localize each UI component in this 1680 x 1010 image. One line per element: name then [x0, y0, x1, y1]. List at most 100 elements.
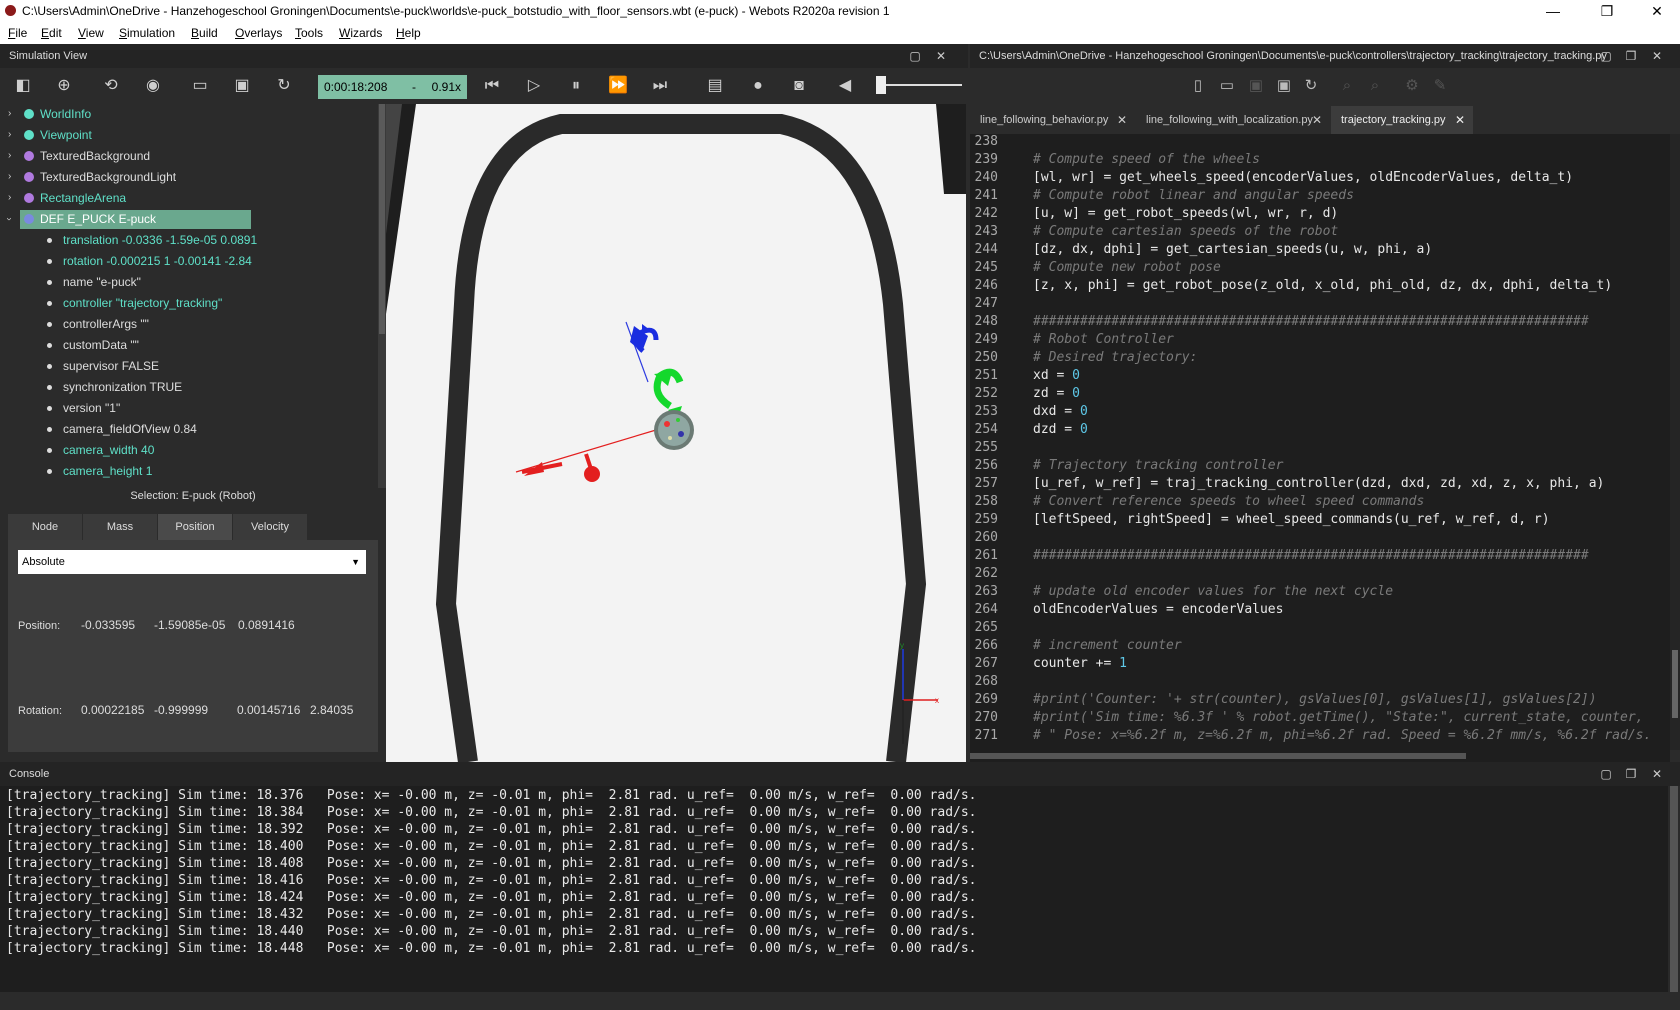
field-supervisor[interactable]: supervisor FALSE [0, 356, 378, 376]
scrollbar-thumb[interactable] [970, 753, 1466, 759]
code-line[interactable]: 243 # Compute cartesian speeds of the rob… [970, 223, 1670, 241]
menu-edit[interactable]: Edit [41, 26, 62, 40]
step-icon[interactable]: ▷ [524, 76, 544, 96]
record-icon[interactable]: ● [748, 76, 768, 96]
screenshot-icon[interactable]: ◙ [789, 76, 809, 96]
new-file-icon[interactable]: ▯ [1188, 76, 1208, 96]
code-line[interactable]: 246 [z, x, phi] = get_robot_pose(z_old, x… [970, 277, 1670, 295]
tab-velocity[interactable]: Velocity [233, 514, 307, 540]
close-tab-icon[interactable]: ✕ [1312, 106, 1322, 134]
code-line[interactable]: 255 [970, 439, 1670, 457]
volume-slider-handle[interactable] [876, 76, 886, 94]
run-icon[interactable]: ⏩ [608, 76, 628, 96]
code-line[interactable]: 245 # Compute new robot pose [970, 259, 1670, 277]
coordinate-mode-select[interactable]: Absolute ▼ [18, 550, 366, 574]
code-line[interactable]: 251 xd = 0 [970, 367, 1670, 385]
toggle-scene-tree-icon[interactable]: ◧ [13, 76, 33, 96]
tree-node-viewpoint[interactable]: › Viewpoint [0, 125, 378, 145]
scrollbar-thumb[interactable] [1670, 786, 1678, 992]
view-icon[interactable]: ◉ [143, 76, 163, 96]
close-panel-icon[interactable]: ✕ [1647, 762, 1667, 786]
maximize-button[interactable]: ❐ [1584, 0, 1630, 22]
tree-node-texturedbackgroundlight[interactable]: › TexturedBackgroundLight [0, 167, 378, 187]
code-line[interactable]: 241 # Compute robot linear and angular sp… [970, 187, 1670, 205]
code-line[interactable]: 268 [970, 673, 1670, 691]
code-line[interactable]: 261 #####################################… [970, 547, 1670, 565]
field-customdata[interactable]: customData "" [0, 335, 378, 355]
float-panel-icon[interactable]: ▢ [1596, 762, 1616, 786]
reset-simulation-icon[interactable]: ⏮ [482, 76, 502, 96]
code-line[interactable]: 265 [970, 619, 1670, 637]
replace-icon[interactable]: ⌕ [1365, 76, 1385, 96]
menu-simulation[interactable]: Simulation [119, 26, 175, 40]
menu-overlays[interactable]: Overlays [235, 26, 282, 40]
code-line[interactable]: 263 # update old encoder values for the n… [970, 583, 1670, 601]
code-line[interactable]: 250 # Desired trajectory: [970, 349, 1670, 367]
clean-icon[interactable]: ✎ [1430, 76, 1450, 96]
save-file-icon[interactable]: ▣ [1246, 76, 1266, 96]
menu-wizards[interactable]: Wizards [339, 26, 382, 40]
code-line[interactable]: 248 #####################################… [970, 313, 1670, 331]
code-editor[interactable]: 238 239 # Compute speed of the wheels 240 [w… [970, 134, 1670, 750]
epuck-robot[interactable] [654, 410, 694, 450]
fast-icon[interactable]: ⏭ [650, 76, 670, 96]
mute-icon[interactable]: ◀ [835, 76, 855, 96]
code-line[interactable]: 257 [u_ref, w_ref] = traj_tracking_contro… [970, 475, 1670, 493]
expand-arrow-icon[interactable]: › [8, 104, 11, 124]
code-line[interactable]: 266 # increment counter [970, 637, 1670, 655]
close-panel-icon[interactable]: ✕ [931, 44, 951, 68]
code-line[interactable]: 270 #print('Sim time: %6.3f ' % robot.get… [970, 709, 1670, 727]
minimize-button[interactable]: — [1530, 0, 1576, 22]
float-panel-icon[interactable]: ▢ [1596, 44, 1616, 68]
tab-mass[interactable]: Mass [83, 514, 157, 540]
scrollbar-thumb[interactable] [1672, 650, 1678, 718]
field-rotation[interactable]: rotation -0.000215 1 -0.00141 -2.84 [0, 251, 378, 271]
expand-arrow-icon[interactable]: › [8, 146, 11, 166]
menu-build[interactable]: Build [191, 26, 218, 40]
open-file-icon[interactable]: ▭ [1217, 76, 1237, 96]
field-translation[interactable]: translation -0.0336 -1.59e-05 0.0891 [0, 230, 378, 250]
collapse-arrow-icon[interactable]: › [0, 217, 19, 220]
open-world-icon[interactable]: ▭ [190, 76, 210, 96]
editor-horizontal-scrollbar[interactable] [970, 750, 1670, 762]
console-output[interactable]: [trajectory_tracking] Sim time: 18.376 P… [0, 786, 1668, 996]
close-tab-icon[interactable]: ✕ [1455, 106, 1465, 134]
menu-tools[interactable]: Tools [295, 26, 323, 40]
file-tab-trajectory-tracking[interactable]: trajectory_tracking.py ✕ [1331, 106, 1473, 134]
code-line[interactable]: 260 [970, 529, 1670, 547]
record-movie-icon[interactable]: ▤ [705, 76, 725, 96]
editor-vertical-scrollbar[interactable] [1670, 134, 1680, 750]
field-camera-width[interactable]: camera_width 40 [0, 440, 378, 460]
code-line[interactable]: 271 # " Pose: x=%6.2f m, z=%6.2f m, phi=%… [970, 727, 1670, 745]
field-controllerargs[interactable]: controllerArgs "" [0, 314, 378, 334]
tree-node-rectanglearena[interactable]: › RectangleArena [0, 188, 378, 208]
close-tab-icon[interactable]: ✕ [1117, 106, 1127, 134]
volume-slider[interactable] [880, 84, 962, 86]
code-line[interactable]: 256 # Trajectory tracking controller [970, 457, 1670, 475]
code-line[interactable]: 269 #print('Counter: '+ str(counter), gsV… [970, 691, 1670, 709]
add-node-icon[interactable]: ⊕ [54, 76, 74, 96]
scrollbar-thumb[interactable] [379, 104, 385, 334]
code-line[interactable]: 259 [leftSpeed, rightSpeed] = wheel_speed… [970, 511, 1670, 529]
code-line[interactable]: 247 [970, 295, 1670, 313]
rotate-handle-blue[interactable] [630, 324, 659, 353]
field-version[interactable]: version "1" [0, 398, 378, 418]
code-line[interactable]: 238 [970, 134, 1670, 151]
file-tab-line-following-with-localization[interactable]: line_following_with_localization.py ✕ [1136, 106, 1330, 134]
tree-node-epuck[interactable]: › DEF E_PUCK E-puck [0, 209, 378, 229]
expand-arrow-icon[interactable]: › [8, 167, 11, 187]
field-controller[interactable]: controller "trajectory_tracking" [0, 293, 378, 313]
3d-viewport[interactable]: x y [386, 104, 966, 762]
code-line[interactable]: 252 zd = 0 [970, 385, 1670, 403]
menu-file[interactable]: File [8, 26, 27, 40]
close-button[interactable]: ✕ [1634, 0, 1680, 22]
field-synchronization[interactable]: synchronization TRUE [0, 377, 378, 397]
menu-help[interactable]: Help [396, 26, 421, 40]
reload-world-icon[interactable]: ↻ [274, 76, 294, 96]
code-line[interactable]: 239 # Compute speed of the wheels [970, 151, 1670, 169]
code-line[interactable]: 254 dzd = 0 [970, 421, 1670, 439]
save-world-icon[interactable]: ▣ [232, 76, 252, 96]
code-line[interactable]: 253 dxd = 0 [970, 403, 1670, 421]
code-line[interactable]: 240 [wl, wr] = get_wheels_speed(encoderVa… [970, 169, 1670, 187]
field-camera-fieldofview[interactable]: camera_fieldOfView 0.84 [0, 419, 378, 439]
